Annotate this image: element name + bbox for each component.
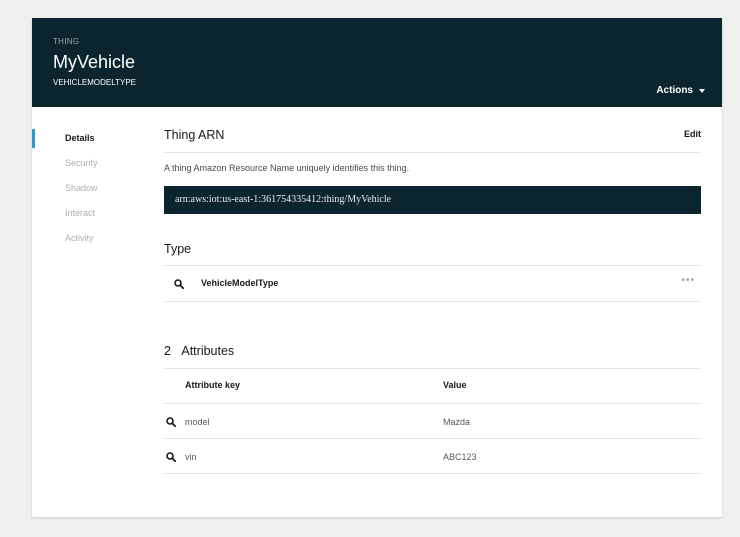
attribute-value: ABC123 bbox=[443, 452, 477, 462]
type-name[interactable]: VehicleModelType bbox=[201, 278, 278, 288]
arn-value: arn:aws:iot:us-east-1:361754335412:thing… bbox=[164, 186, 701, 214]
attributes-title: Attributes bbox=[181, 344, 235, 358]
thing-arn-heading: Thing ARN bbox=[164, 128, 225, 142]
thing-type-label: VEHICLEMODELTYPE bbox=[53, 78, 136, 87]
sidebar-item-interact[interactable]: Interact bbox=[32, 201, 152, 226]
sidebar-nav: Details Security Shadow Interact Activit… bbox=[32, 126, 152, 251]
divider bbox=[164, 152, 701, 153]
sidebar-item-shadow[interactable]: Shadow bbox=[32, 176, 152, 201]
search-icon[interactable] bbox=[174, 279, 184, 289]
edit-button[interactable]: Edit bbox=[684, 129, 701, 139]
attribute-key: vin bbox=[185, 452, 197, 462]
thing-header: THING MyVehicle VEHICLEMODELTYPE Actions bbox=[32, 18, 722, 107]
column-header-value: Value bbox=[443, 380, 467, 390]
sidebar-item-details[interactable]: Details bbox=[32, 126, 152, 151]
attributes-heading: 2 Attributes bbox=[164, 344, 234, 358]
attributes-count: 2 bbox=[164, 344, 171, 358]
column-header-key: Attribute key bbox=[185, 380, 241, 390]
search-icon[interactable] bbox=[166, 417, 176, 427]
sidebar-item-activity[interactable]: Activity bbox=[32, 226, 152, 251]
divider bbox=[164, 473, 701, 474]
page-title: MyVehicle bbox=[53, 52, 136, 72]
type-heading: Type bbox=[164, 242, 192, 256]
divider bbox=[164, 301, 701, 302]
sidebar-item-label: Activity bbox=[65, 233, 94, 243]
attribute-value: Mazda bbox=[443, 417, 471, 427]
more-options-icon[interactable]: ••• bbox=[681, 275, 695, 286]
caret-down-icon bbox=[699, 88, 705, 93]
divider bbox=[164, 438, 701, 439]
search-icon[interactable] bbox=[166, 452, 176, 462]
divider bbox=[164, 265, 701, 266]
divider bbox=[164, 403, 701, 404]
arn-description: A thing Amazon Resource Name uniquely id… bbox=[164, 163, 410, 173]
divider bbox=[164, 368, 701, 369]
thing-kind-label: THING bbox=[53, 37, 80, 46]
sidebar-item-label: Details bbox=[65, 133, 95, 143]
sidebar-item-label: Shadow bbox=[65, 183, 98, 193]
actions-label: Actions bbox=[656, 85, 693, 96]
attribute-key: model bbox=[185, 417, 210, 427]
sidebar-item-security[interactable]: Security bbox=[32, 151, 152, 176]
actions-dropdown-button[interactable]: Actions bbox=[656, 85, 705, 96]
sidebar-item-label: Interact bbox=[65, 208, 96, 218]
sidebar-item-label: Security bbox=[65, 158, 98, 168]
thing-details-card: THING MyVehicle VEHICLEMODELTYPE Actions… bbox=[32, 18, 722, 517]
